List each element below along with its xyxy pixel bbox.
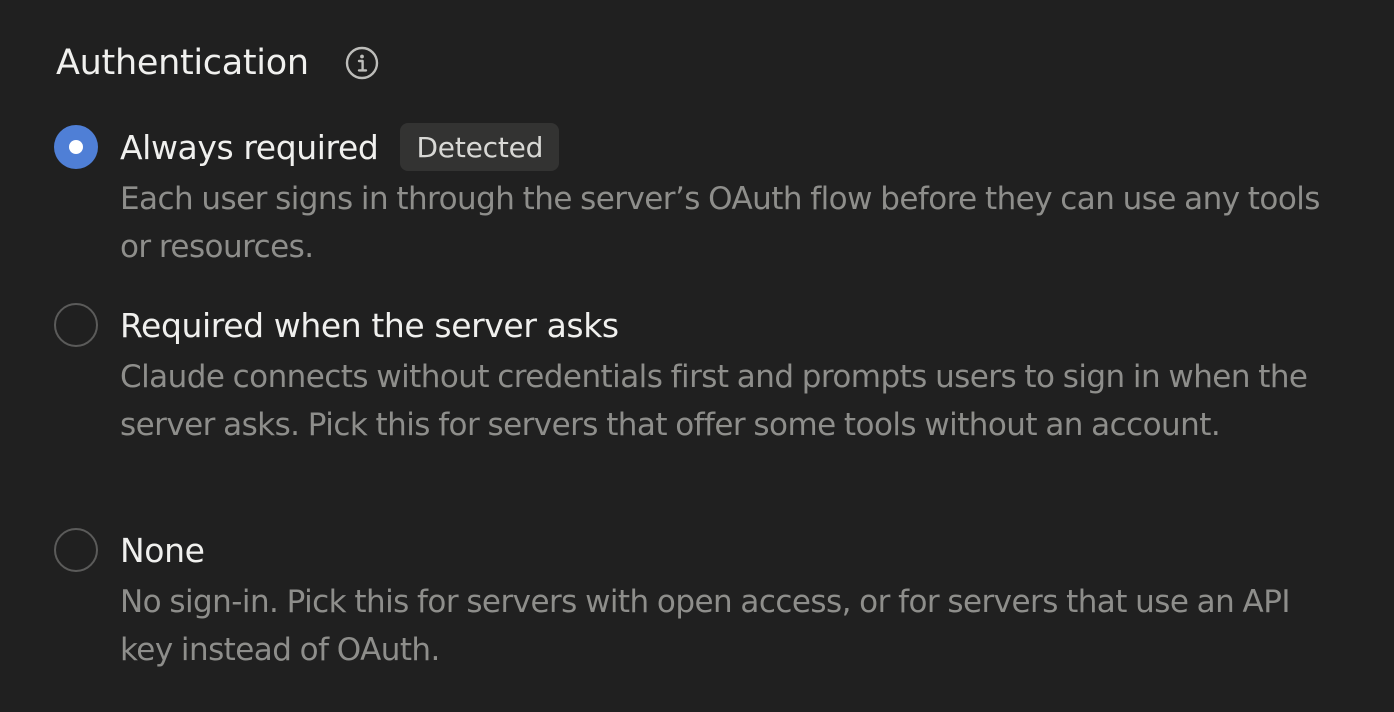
option-description: Claude connects without credentials firs… — [120, 359, 1308, 443]
option-label: Always required — [120, 127, 379, 167]
detected-badge: Detected — [400, 123, 560, 171]
section-title: Authentication — [56, 43, 309, 83]
section-header: Authentication — [56, 38, 379, 88]
info-icon[interactable] — [345, 46, 379, 80]
option-label: Required when the server asks — [120, 305, 619, 345]
option-label: None — [120, 530, 205, 570]
option-description: No sign-in. Pick this for servers with o… — [120, 584, 1290, 668]
radio-none[interactable] — [54, 528, 98, 572]
radio-always-required[interactable] — [54, 125, 98, 169]
radio-required-when-asked[interactable] — [54, 303, 98, 347]
radio-selected-dot — [69, 140, 83, 154]
option-description: Each user signs in through the server’s … — [120, 181, 1320, 265]
authentication-panel: Authentication Always required Detected … — [0, 0, 1394, 712]
